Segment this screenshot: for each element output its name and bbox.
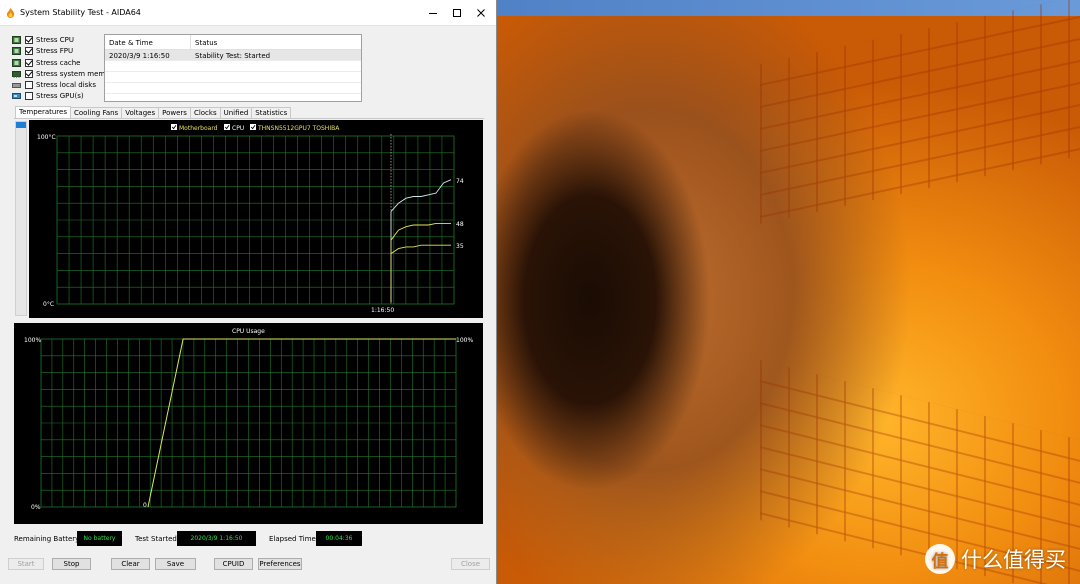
log-datetime-cell: 2020/3/9 1:16:50 bbox=[109, 52, 170, 60]
table-row-empty bbox=[105, 61, 361, 72]
cpu-usage-current-value: 100% bbox=[456, 337, 473, 344]
column-header-status[interactable]: Status bbox=[191, 35, 351, 49]
stress-cpu-checkbox[interactable] bbox=[25, 35, 33, 44]
cpu-icon bbox=[12, 35, 21, 44]
stress-disks-label: Stress local disks bbox=[36, 80, 97, 89]
maximize-icon bbox=[453, 9, 461, 17]
cpu-usage-start-value: 0 bbox=[143, 502, 147, 509]
gpu-icon bbox=[12, 92, 21, 99]
close-button[interactable]: Close bbox=[451, 558, 490, 570]
wallpaper-tiles-upper bbox=[760, 0, 1080, 225]
stress-cpu-option[interactable]: Stress CPU bbox=[12, 34, 74, 45]
legend-cpu-checkbox[interactable] bbox=[224, 124, 230, 130]
graph-tabs: Temperatures Cooling Fans Voltages Power… bbox=[15, 106, 292, 118]
disk-icon bbox=[12, 82, 21, 88]
temperature-graph-canvas: Motherboard CPU THNSN5512GPU7 TOSHIBA 10… bbox=[37, 124, 464, 314]
tab-unified[interactable]: Unified bbox=[219, 107, 253, 118]
stop-button[interactable]: Stop bbox=[52, 558, 91, 570]
cpuid-button[interactable]: CPUID bbox=[214, 558, 253, 570]
stress-memory-checkbox[interactable] bbox=[25, 69, 33, 78]
table-row[interactable]: 2020/3/9 1:16:50 Stability Test: Started bbox=[105, 50, 361, 61]
temperature-time-label: 1:16:50 bbox=[371, 307, 394, 314]
test-started-value: 2020/3/9 1:16:50 bbox=[177, 531, 256, 546]
legend-motherboard-checkbox[interactable] bbox=[171, 124, 177, 130]
event-log-table[interactable]: Date & Time Status 2020/3/9 1:16:50 Stab… bbox=[104, 34, 362, 102]
clear-button[interactable]: Clear bbox=[111, 558, 150, 570]
stress-memory-option[interactable]: Stress system memory bbox=[12, 68, 117, 79]
watermark-logo-icon: 值 bbox=[925, 544, 955, 574]
tab-temperatures[interactable]: Temperatures bbox=[15, 106, 71, 118]
cpu-usage-title: CPU Usage bbox=[232, 328, 265, 335]
site-watermark: 值 什么值得买 bbox=[925, 544, 1066, 574]
tab-powers[interactable]: Powers bbox=[158, 107, 191, 118]
temperature-graph: Motherboard CPU THNSN5512GPU7 TOSHIBA 10… bbox=[29, 120, 483, 318]
test-started-label: Test Started: bbox=[135, 535, 180, 543]
temperature-ymin-label: 0°C bbox=[43, 301, 54, 308]
elapsed-time-value: 00:04:36 bbox=[316, 531, 362, 546]
cache-icon bbox=[12, 58, 21, 67]
aida64-flame-icon bbox=[6, 7, 15, 18]
memory-icon bbox=[12, 70, 21, 78]
stress-gpu-checkbox[interactable] bbox=[25, 91, 33, 100]
cpu-temperature-value: 74 bbox=[456, 178, 464, 185]
save-button[interactable]: Save bbox=[155, 558, 196, 570]
title-bar[interactable]: System Stability Test - AIDA64 bbox=[0, 0, 496, 26]
close-icon bbox=[477, 9, 485, 17]
stress-gpu-label: Stress GPU(s) bbox=[36, 91, 84, 100]
column-header-datetime[interactable]: Date & Time bbox=[105, 35, 191, 49]
window-title: System Stability Test - AIDA64 bbox=[20, 8, 141, 17]
stress-disks-option[interactable]: Stress local disks bbox=[12, 79, 96, 90]
stress-cpu-label: Stress CPU bbox=[36, 35, 74, 44]
scrollbar-thumb[interactable] bbox=[16, 122, 26, 128]
cpu-usage-ymin-label: 0% bbox=[31, 504, 41, 511]
log-status-cell: Stability Test: Started bbox=[195, 52, 271, 60]
ssd-temperature-value: 48 bbox=[456, 221, 464, 228]
temperature-ymax-label: 100°C bbox=[37, 134, 56, 141]
tab-clocks[interactable]: Clocks bbox=[189, 107, 221, 118]
legend-ssd-label: THNSN5512GPU7 TOSHIBA bbox=[257, 125, 340, 132]
table-row-empty bbox=[105, 83, 361, 94]
start-button[interactable]: Start bbox=[8, 558, 44, 570]
cpu-usage-graph-canvas: CPU Usage 100% 0% 100% 0 bbox=[24, 328, 473, 511]
preferences-button[interactable]: Preferences bbox=[258, 558, 302, 570]
stress-cache-checkbox[interactable] bbox=[25, 58, 33, 67]
table-row-empty bbox=[105, 72, 361, 83]
stress-cache-label: Stress cache bbox=[36, 58, 81, 67]
remaining-battery-value: No battery bbox=[77, 531, 122, 546]
stress-cache-option[interactable]: Stress cache bbox=[12, 57, 80, 68]
cpu-usage-grid bbox=[40, 338, 457, 508]
tab-panel-border bbox=[14, 118, 484, 119]
tab-cooling-fans[interactable]: Cooling Fans bbox=[70, 107, 123, 118]
tab-voltages[interactable]: Voltages bbox=[121, 107, 160, 118]
motherboard-temperature-value: 35 bbox=[456, 243, 464, 250]
stress-fpu-checkbox[interactable] bbox=[25, 46, 33, 55]
stress-fpu-label: Stress FPU bbox=[36, 46, 74, 55]
close-window-button[interactable] bbox=[466, 0, 496, 26]
temperature-legend: Motherboard CPU THNSN5512GPU7 TOSHIBA bbox=[171, 124, 340, 132]
cpu-usage-graph: CPU Usage 100% 0% 100% 0 bbox=[14, 323, 483, 524]
watermark-text: 什么值得买 bbox=[961, 548, 1066, 572]
elapsed-time-label: Elapsed Time: bbox=[269, 535, 319, 543]
temperature-grid bbox=[56, 135, 455, 305]
fpu-icon bbox=[12, 46, 21, 55]
graph-scrollbar[interactable] bbox=[15, 121, 27, 316]
legend-ssd-checkbox[interactable] bbox=[250, 124, 256, 130]
stress-fpu-option[interactable]: Stress FPU bbox=[12, 45, 73, 56]
legend-cpu-label: CPU bbox=[232, 125, 244, 132]
stress-gpu-option[interactable]: Stress GPU(s) bbox=[12, 90, 84, 101]
stability-test-window: System Stability Test - AIDA64 Stress CP… bbox=[0, 0, 497, 584]
minimize-icon bbox=[429, 13, 437, 14]
log-table-header: Date & Time Status bbox=[105, 35, 361, 50]
stress-disks-checkbox[interactable] bbox=[25, 80, 33, 89]
tab-statistics[interactable]: Statistics bbox=[251, 107, 292, 118]
legend-motherboard-label: Motherboard bbox=[179, 125, 218, 132]
cpu-usage-ymax-label: 100% bbox=[24, 337, 41, 344]
remaining-battery-label: Remaining Battery: bbox=[14, 535, 82, 543]
